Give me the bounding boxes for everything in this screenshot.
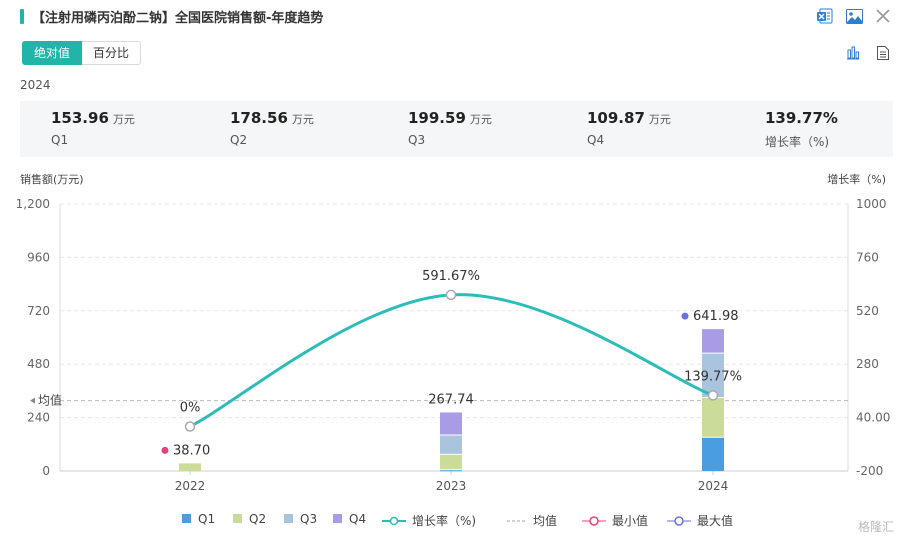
average-label: 均值 [38, 393, 62, 408]
y-left-tick-label: 0 [42, 464, 50, 478]
legend-label: Q3 [300, 512, 318, 526]
bar-segment-q3 [440, 435, 462, 454]
legend-item[interactable]: Q4 [333, 512, 366, 526]
legend-item[interactable]: 增长率（%) [382, 512, 476, 529]
total-label: 267.74 [428, 392, 474, 407]
legend-swatch [582, 515, 606, 526]
x-tick-label: 2024 [698, 479, 729, 493]
sales-chart: 0 -200 240 40.00 480 280 720 520 960 760 1,200 1000… [16, 197, 891, 493]
growth-label: 591.67% [422, 269, 480, 284]
bar-segment-q2 [179, 463, 201, 471]
chart-legend: Q1 Q2 Q3 Q4 增长率（%) 均值 最小值 最大值 [0, 512, 900, 532]
bar-segment-q2 [440, 454, 462, 470]
y-right-tick-label: 760 [856, 250, 879, 264]
legend-label: Q4 [349, 512, 367, 526]
growth-label: 0% [180, 401, 201, 416]
legend-swatch [382, 516, 406, 526]
bar-segment-q4 [440, 412, 462, 435]
max-marker [681, 312, 689, 320]
legend-label: 增长率（%) [412, 514, 477, 528]
legend-swatch [284, 514, 294, 524]
growth-label: 139.77% [684, 369, 742, 384]
y-right-tick-label: -200 [856, 464, 883, 478]
y-right-tick-label: 280 [856, 357, 879, 371]
growth-point [445, 289, 457, 301]
bar-segment-q4 [702, 329, 724, 353]
y-right-tick-label: 1000 [856, 197, 887, 211]
legend-label: Q2 [249, 512, 267, 526]
bar-segment-q1 [440, 470, 462, 472]
y-right-tick-label: 40.00 [856, 411, 890, 425]
min-marker [161, 446, 169, 454]
legend-label: 最小值 [612, 514, 649, 528]
legend-label: 均值 [533, 514, 558, 528]
legend-item[interactable]: 均值 [507, 512, 557, 529]
legend-swatch [507, 516, 527, 526]
legend-item[interactable]: 最小值 [582, 512, 648, 529]
x-tick-label: 2023 [436, 479, 467, 493]
legend-item[interactable]: Q1 [182, 512, 215, 526]
y-left-tick-label: 960 [27, 250, 50, 264]
total-label: 641.98 [693, 309, 739, 324]
y-left-tick-label: 720 [27, 304, 50, 318]
legend-item[interactable]: 最大值 [667, 512, 733, 529]
legend-item[interactable]: Q2 [233, 512, 266, 526]
x-tick-label: 2022 [175, 479, 206, 493]
legend-swatch [333, 514, 343, 524]
y-left-tick-label: 240 [27, 411, 50, 425]
legend-item[interactable]: Q3 [284, 512, 317, 526]
growth-point [707, 390, 719, 401]
bar-segment-q1 [702, 437, 724, 471]
watermark: 格隆汇 [857, 520, 894, 534]
legend-label: Q1 [198, 512, 216, 526]
legend-label: 最大值 [697, 514, 734, 528]
growth-point [184, 421, 196, 432]
bar-segment-q2 [702, 398, 724, 437]
y-right-tick-label: 520 [856, 304, 879, 318]
y-left-tick-label: 480 [27, 357, 50, 371]
legend-swatch [233, 514, 243, 524]
legend-swatch [182, 514, 192, 524]
average-marker [30, 397, 35, 404]
total-label: 38.70 [173, 443, 210, 458]
legend-swatch [667, 515, 691, 526]
y-left-tick-label: 1,200 [16, 197, 50, 211]
